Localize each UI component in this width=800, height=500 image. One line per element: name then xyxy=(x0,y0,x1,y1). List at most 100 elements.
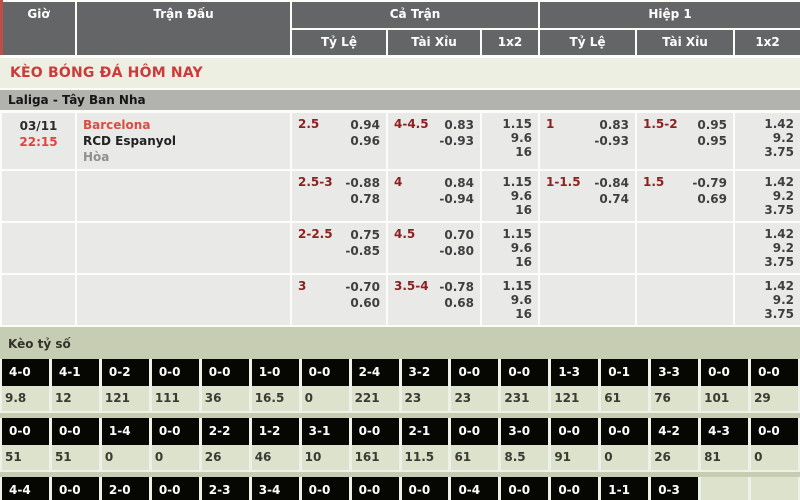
score-odd-value[interactable]: 26 xyxy=(202,445,249,470)
odds-value[interactable]: 16 xyxy=(488,255,532,269)
score-odd-value[interactable]: 8.5 xyxy=(501,445,548,470)
odds-cell-h1-1x2-cell: 1.429.23.75 xyxy=(734,112,800,170)
score-row: 4-40-02-00-02-33-40-00-00-00-40-00-01-10… xyxy=(0,477,800,500)
odds-value[interactable]: -0.85 xyxy=(298,243,380,259)
score-odd-value[interactable]: 12 xyxy=(52,386,99,411)
score-odd-value[interactable]: 26 xyxy=(651,445,698,470)
score-label: 0-0 xyxy=(152,359,199,386)
score-odd-value[interactable]: 23 xyxy=(402,386,449,411)
odds-value[interactable]: 0.78 xyxy=(298,191,380,207)
odds-value[interactable]: -0.93 xyxy=(546,133,629,149)
score-label xyxy=(751,477,798,500)
score-odd-value[interactable]: 121 xyxy=(551,386,598,411)
odds-value[interactable]: 9.6 xyxy=(488,131,532,145)
score-label: 4-4 xyxy=(2,477,49,500)
score-odd-value[interactable]: 36 xyxy=(202,386,249,411)
score-odd-value[interactable]: 121 xyxy=(102,386,149,411)
odds-value[interactable]: 1.42 xyxy=(741,117,794,131)
score-odd-value[interactable]: 0 xyxy=(102,445,149,470)
score-label: 0-0 xyxy=(52,477,99,500)
odds-value[interactable]: 9.2 xyxy=(741,131,794,145)
match-time-cell xyxy=(1,222,76,274)
odds-value[interactable]: 0.68 xyxy=(394,295,474,311)
odds-value[interactable]: 0.84 xyxy=(394,175,474,191)
odds-value[interactable]: 16 xyxy=(488,203,532,217)
score-odd-value[interactable]: 0 xyxy=(302,386,349,411)
score-odd-value[interactable]: 23 xyxy=(451,386,498,411)
match-time-cell xyxy=(1,170,76,222)
odds-value[interactable]: -0.94 xyxy=(394,191,474,207)
score-label: 0-0 xyxy=(551,418,598,445)
score-odd-value[interactable]: 101 xyxy=(701,386,748,411)
score-odd-value[interactable]: 111 xyxy=(152,386,199,411)
odds-value[interactable]: 0.83 xyxy=(546,117,629,133)
score-odd-value[interactable]: 10 xyxy=(302,445,349,470)
score-odd-value[interactable]: 81 xyxy=(701,445,748,470)
odds-value[interactable]: 9.6 xyxy=(488,189,532,203)
score-odd-value[interactable]: 0 xyxy=(751,445,798,470)
handicap-line: 1.5 xyxy=(643,175,664,189)
odds-value[interactable]: 16 xyxy=(488,145,532,159)
odds-value[interactable]: 9.6 xyxy=(488,241,532,255)
score-label: 2-2 xyxy=(202,418,249,445)
score-odd-value[interactable]: 0 xyxy=(152,445,199,470)
odds-value[interactable]: 9.2 xyxy=(741,241,794,255)
score-label: 1-1 xyxy=(601,477,648,500)
odds-value[interactable]: 1.15 xyxy=(488,227,532,241)
score-section: Kèo tỷ số 4-04-10-20-00-01-00-02-43-20-0… xyxy=(0,327,800,500)
odds-value[interactable]: 9.2 xyxy=(741,189,794,203)
score-odd-value[interactable]: 61 xyxy=(451,445,498,470)
odds-value[interactable]: 1.42 xyxy=(741,227,794,241)
score-odd-value[interactable]: 61 xyxy=(601,386,648,411)
score-label: 3-1 xyxy=(302,418,349,445)
odds-value[interactable]: -0.70 xyxy=(298,279,380,295)
odds-value[interactable]: 3.75 xyxy=(741,307,794,321)
odds-value[interactable]: -0.93 xyxy=(394,133,474,149)
odds-value[interactable]: 3.75 xyxy=(741,255,794,269)
odds-value[interactable]: 0.74 xyxy=(546,191,629,207)
col-header-ft-handicap: Tỷ Lệ xyxy=(291,29,387,56)
odds-cell-ft-1x2-cell: 1.159.616 xyxy=(481,274,539,326)
score-odd-value[interactable]: 51 xyxy=(52,445,99,470)
odds-row: 2-2.50.75-0.854.50.70-0.801.159.6161.429… xyxy=(1,222,800,274)
odds-value[interactable]: 0.69 xyxy=(643,191,727,207)
score-odd-value[interactable]: 51 xyxy=(2,445,49,470)
handicap-line: 2.5-3 xyxy=(298,175,333,189)
score-odd-value[interactable]: 221 xyxy=(352,386,399,411)
score-odd-value[interactable]: 29 xyxy=(751,386,798,411)
score-label: 0-4 xyxy=(451,477,498,500)
score-odd-value[interactable]: 9.8 xyxy=(2,386,49,411)
score-odd-value[interactable]: 16.5 xyxy=(252,386,299,411)
odds-value[interactable]: 3.75 xyxy=(741,145,794,159)
odds-value[interactable]: 0.96 xyxy=(298,133,380,149)
score-odd-value[interactable]: 76 xyxy=(651,386,698,411)
odds-value[interactable]: 0.60 xyxy=(298,295,380,311)
score-label: 4-0 xyxy=(2,359,49,386)
odds-value[interactable]: -0.80 xyxy=(394,243,474,259)
score-odd-value[interactable]: 46 xyxy=(252,445,299,470)
odds-value[interactable]: 9.2 xyxy=(741,293,794,307)
odds-value[interactable]: 9.6 xyxy=(488,293,532,307)
odds-value[interactable]: 0.95 xyxy=(643,133,727,149)
odds-value[interactable]: 1.42 xyxy=(741,279,794,293)
odds-value[interactable]: 1.42 xyxy=(741,175,794,189)
score-odd-value[interactable]: 0 xyxy=(601,445,648,470)
score-odd-value[interactable]: 91 xyxy=(551,445,598,470)
odds-value[interactable]: 16 xyxy=(488,307,532,321)
score-label: 0-0 xyxy=(551,477,598,500)
away-team-name[interactable]: RCD Espanyol xyxy=(83,133,284,149)
score-odd-value[interactable]: 11.5 xyxy=(402,445,449,470)
score-odd-value[interactable]: 161 xyxy=(352,445,399,470)
odds-value[interactable]: 1.15 xyxy=(488,279,532,293)
draw-label: Hòa xyxy=(83,149,284,165)
league-title[interactable]: Laliga - Tây Ban Nha xyxy=(0,90,800,110)
odds-cell-h1-1x2-cell: 1.429.23.75 xyxy=(734,274,800,326)
odds-cell-h1-handicap-cell: 1-1.5-0.840.74 xyxy=(539,170,636,222)
home-team-name[interactable]: Barcelona xyxy=(83,117,284,133)
odds-value[interactable]: 1.15 xyxy=(488,175,532,189)
score-odd-value[interactable]: 231 xyxy=(501,386,548,411)
col-group-first-half: Hiệp 1 xyxy=(539,1,800,29)
odds-value[interactable]: 3.75 xyxy=(741,203,794,217)
match-teams-cell xyxy=(76,274,291,326)
odds-value[interactable]: 1.15 xyxy=(488,117,532,131)
